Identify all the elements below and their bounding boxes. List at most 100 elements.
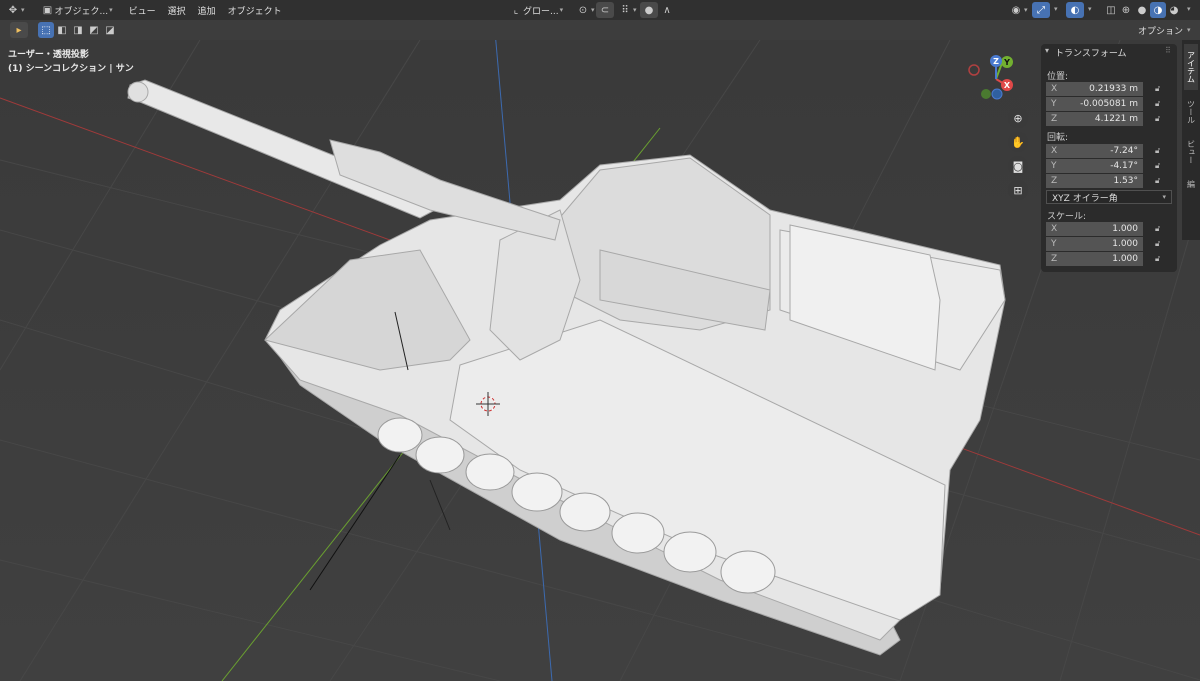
gizmo-z-axis[interactable]: Z <box>990 55 1002 67</box>
axis-label: Z <box>1051 176 1058 186</box>
field-value: 1.000 <box>1112 239 1138 249</box>
select-cursor-icon: ▸ <box>16 24 22 36</box>
location-z-field[interactable]: Z 4.1221 m <box>1046 112 1143 126</box>
rotation-y-field[interactable]: Y -4.17° <box>1046 159 1143 173</box>
material-sphere-icon: ◑ <box>1153 4 1163 16</box>
falloff-curve-icon: ∧ <box>663 4 671 16</box>
shading-wireframe[interactable]: ⊕ <box>1118 2 1134 18</box>
scale-x-field[interactable]: X 1.000 <box>1046 222 1143 236</box>
collection-label: (1) シーンコレクション | サン <box>8 64 134 74</box>
falloff-button[interactable]: ∧ <box>656 2 678 18</box>
rotation-z-field[interactable]: Z 1.53° <box>1046 174 1143 188</box>
menu-view[interactable]: ビュー <box>123 4 162 17</box>
scale-y-field[interactable]: Y 1.000 <box>1046 237 1143 251</box>
axis-label: X <box>1051 146 1058 156</box>
active-tool-button[interactable]: ▸ <box>10 22 28 38</box>
hand-icon: ✋ <box>1011 135 1025 149</box>
selection-mode-subtract[interactable]: ◨ <box>70 22 86 38</box>
snap-element-button[interactable]: ⠿ ▾ <box>614 2 641 18</box>
lock-icon[interactable]: 🔓︎ <box>1155 161 1165 171</box>
menu-object[interactable]: オブジェクト <box>222 4 288 17</box>
lock-icon[interactable]: 🔓︎ <box>1155 84 1165 94</box>
axis-label: X <box>1051 84 1058 94</box>
gizmo-y-axis[interactable]: Y <box>1001 56 1013 68</box>
mode-label: オブジェク... <box>54 6 109 17</box>
gizmo-y-label: Y <box>1004 57 1010 67</box>
object-mode-icon: ▣ <box>42 4 53 16</box>
lock-icon[interactable]: 🔓︎ <box>1155 239 1165 249</box>
overlay-toggle[interactable]: ◐ <box>1066 2 1084 18</box>
collapse-chevron-icon[interactable]: ▾ <box>1045 46 1049 55</box>
rotation-mode-label: XYZ オイラー角 <box>1052 193 1118 204</box>
solid-sphere-icon: ● <box>1137 4 1147 16</box>
lock-icon[interactable]: 🔓︎ <box>1155 254 1165 264</box>
navigation-gizmo[interactable]: X Y Z <box>966 54 1026 104</box>
field-value: 1.000 <box>1112 224 1138 234</box>
lock-icon[interactable]: 🔓︎ <box>1155 176 1165 186</box>
shading-material[interactable]: ◑ <box>1150 2 1166 18</box>
rotation-label: 回転: <box>1047 133 1069 143</box>
transform-title: トランスフォーム <box>1055 49 1127 59</box>
menu-add[interactable]: 追加 <box>192 4 222 17</box>
axis-label: Y <box>1051 99 1057 109</box>
tool-settings-row: ▸ ⬚ ◧ ◨ ◩ ◪ <box>0 20 118 40</box>
shading-solid[interactable]: ● <box>1134 2 1150 18</box>
tab-edit[interactable]: 編 <box>1184 174 1198 194</box>
lock-icon[interactable]: 🔓︎ <box>1155 224 1165 234</box>
chevron-down-icon[interactable]: ▾ <box>1187 5 1191 13</box>
rotation-mode-select[interactable]: XYZ オイラー角 ▾ <box>1046 190 1172 204</box>
field-value: -4.17° <box>1110 161 1138 171</box>
3d-viewport[interactable]: ユーザー・透視投影 (1) シーンコレクション | サン X Y Z ⊕ ✋ ◙… <box>0 40 1200 681</box>
mode-select[interactable]: ▣ オブジェク... ▾ <box>37 2 117 18</box>
visibility-button[interactable]: ◉ ▾ <box>1005 2 1032 18</box>
grid-perspective-icon: ⊞ <box>1013 183 1023 197</box>
selection-mode-invert[interactable]: ◩ <box>86 22 102 38</box>
axis-label: Z <box>1051 254 1058 264</box>
location-label: 位置: <box>1047 72 1069 82</box>
pivot-point-button[interactable]: ⊙ ▾ <box>572 2 599 18</box>
pan-button[interactable]: ✋ <box>1008 132 1028 152</box>
location-y-field[interactable]: Y -0.005081 m <box>1046 97 1143 111</box>
chevron-down-icon[interactable]: ▾ <box>1187 26 1191 34</box>
chevron-down-icon[interactable]: ▾ <box>1088 5 1092 13</box>
select-extend-icon: ◧ <box>57 24 67 36</box>
field-value: 1.000 <box>1112 254 1138 264</box>
eye-icon: ◉ <box>1011 4 1021 16</box>
menu-select[interactable]: 選択 <box>162 4 192 17</box>
location-x-field[interactable]: X 0.21933 m <box>1046 82 1143 96</box>
scale-label: スケール: <box>1047 212 1087 222</box>
editor-type-button[interactable]: ✥ ▾ <box>2 2 29 18</box>
selection-mode-set[interactable]: ⬚ <box>38 22 54 38</box>
chevron-down-icon[interactable]: ▾ <box>1054 5 1058 13</box>
options-button[interactable]: オプション <box>1138 24 1183 37</box>
lock-icon[interactable]: 🔓︎ <box>1155 146 1165 156</box>
sidebar-tabs: アイテム ツール ビュー 編 <box>1182 40 1200 240</box>
snap-toggle[interactable]: ⊂ <box>596 2 614 18</box>
overlay-icon: ◐ <box>1070 4 1080 16</box>
tab-view[interactable]: ビュー <box>1184 134 1198 170</box>
gizmo-x-axis[interactable]: X <box>1001 79 1013 91</box>
chevron-down-icon: ▾ <box>109 6 113 14</box>
lock-icon[interactable]: 🔓︎ <box>1155 99 1165 109</box>
tab-item[interactable]: アイテム <box>1184 44 1198 90</box>
gizmo-toggle[interactable]: ⤢ <box>1032 2 1050 18</box>
chevron-down-icon: ▾ <box>21 6 25 14</box>
lock-icon[interactable]: 🔓︎ <box>1155 114 1165 124</box>
wireframe-sphere-icon: ⊕ <box>1121 4 1131 16</box>
camera-view-button[interactable]: ◙ <box>1008 156 1028 176</box>
transform-orientation-select[interactable]: ⌞ グロー... ▾ <box>505 2 567 18</box>
drag-handle-icon[interactable]: ⠿ <box>1165 46 1171 55</box>
selection-mode-intersect[interactable]: ◪ <box>102 22 118 38</box>
scale-z-field[interactable]: Z 1.000 <box>1046 252 1143 266</box>
rotation-x-field[interactable]: X -7.24° <box>1046 144 1143 158</box>
perspective-toggle[interactable]: ⊞ <box>1008 180 1028 200</box>
select-new-icon: ⬚ <box>41 24 51 36</box>
zoom-button[interactable]: ⊕ <box>1008 108 1028 128</box>
rendered-sphere-icon: ◕ <box>1169 4 1179 16</box>
tab-tool[interactable]: ツール <box>1184 94 1198 130</box>
selection-mode-extend[interactable]: ◧ <box>54 22 70 38</box>
shading-rendered[interactable]: ◕ <box>1166 2 1182 18</box>
field-value: 4.1221 m <box>1094 114 1138 124</box>
axis-label: Y <box>1051 161 1057 171</box>
proportional-edit-icon: ● <box>644 4 654 16</box>
